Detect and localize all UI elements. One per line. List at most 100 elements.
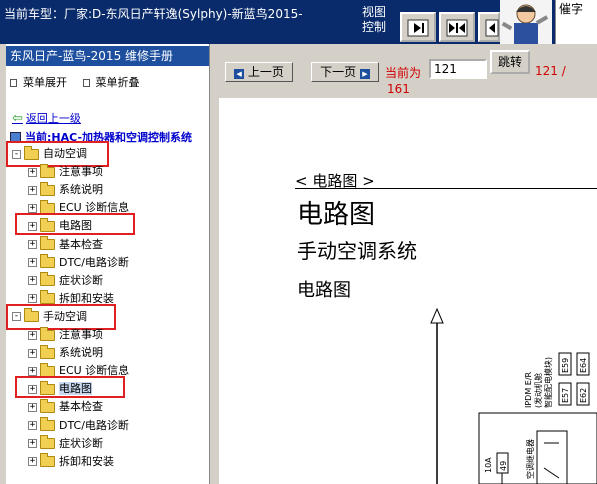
tree-item[interactable]: + 症状诊断 <box>28 272 103 290</box>
next-arrow-icon: ▶ <box>359 69 370 79</box>
tree-item-label[interactable]: 基本检查 <box>59 400 103 413</box>
tree-item[interactable]: + 注意事项 <box>28 163 103 181</box>
connector-e59: E59 <box>561 358 570 373</box>
tree-item[interactable]: + 系统说明 <box>28 181 103 199</box>
ipdm-label: IPDM E/R <box>524 371 533 408</box>
tree-item-label[interactable]: 拆卸和安装 <box>59 455 114 468</box>
page-count: 121 / <box>535 64 566 78</box>
folder-icon <box>40 453 55 468</box>
tree-item[interactable]: + 基本检查 <box>28 236 103 254</box>
menu-expand-button[interactable]: 菜单展开 <box>10 76 67 89</box>
tree-item-label[interactable]: 症状诊断 <box>59 437 103 450</box>
folder-icon <box>40 181 55 196</box>
back-link[interactable]: ⇦ 返回上一级 <box>12 110 81 126</box>
tree-item-label[interactable]: 基本检查 <box>59 238 103 251</box>
tree-item-label[interactable]: 注意事项 <box>59 328 103 341</box>
split-arrows-icon <box>446 19 468 37</box>
folder-icon <box>40 344 55 359</box>
view-control-label: 视图控制 <box>362 5 387 34</box>
jump-button[interactable]: 跳转 <box>490 50 530 74</box>
connector-e64: E64 <box>579 358 588 373</box>
prev-page-button[interactable]: ◀ 上一页 <box>225 62 293 82</box>
expand-icon[interactable]: + <box>28 276 37 286</box>
expand-icon[interactable]: + <box>28 330 37 340</box>
fuse-number: 49 <box>499 461 508 471</box>
tree-item-label[interactable]: 症状诊断 <box>59 274 103 287</box>
folder-icon <box>40 163 55 178</box>
tree-item[interactable]: + DTC/电路诊断 <box>28 417 129 435</box>
document-title: 电路图 <box>297 200 376 230</box>
page-number-input[interactable] <box>429 59 487 79</box>
folder-icon <box>40 417 55 431</box>
tree-item[interactable]: + 基本检查 <box>28 398 103 416</box>
annotation-highlight-box <box>15 376 125 399</box>
expand-icon[interactable]: + <box>28 439 37 449</box>
current-page-label: 当前为 <box>385 66 422 80</box>
tree-item-label[interactable]: 系统说明 <box>59 346 103 359</box>
diagram-arrow <box>430 307 444 324</box>
collapse-left-button[interactable] <box>400 12 436 42</box>
expand-icon[interactable]: + <box>28 258 37 268</box>
folder-icon <box>40 326 55 341</box>
folder-icon <box>40 398 55 413</box>
relay-label: 空调继电器 <box>525 439 535 479</box>
tree-item-label[interactable]: 系统说明 <box>59 183 103 196</box>
tree-item[interactable]: + 拆卸和安装 <box>28 453 114 471</box>
expand-right-button[interactable] <box>478 12 500 42</box>
tree-item-label[interactable]: 拆卸和安装 <box>59 292 114 305</box>
page-toolbar: ◀ 上一页 下一页 ▶ 当前为 跳转 121 / 161 <box>219 44 597 98</box>
connector-e62: E62 <box>579 388 588 403</box>
folder-icon <box>40 199 55 214</box>
next-page-button[interactable]: 下一页 ▶ <box>311 62 379 82</box>
prev-arrow-icon: ◀ <box>234 69 245 79</box>
arrow-right-bar-icon <box>407 19 429 37</box>
folder-icon <box>40 290 55 305</box>
manual-title: 东风日产-蓝鸟-2015 维修手册 <box>6 46 209 66</box>
navigation-pane: 东风日产-蓝鸟-2015 维修手册 菜单展开 菜单折叠 ⇦ 返回上一级 当前:HA… <box>6 44 209 484</box>
car-model-label: 当前车型：厂家:D-东风日产轩逸(Sylphy)-新蓝鸟2015- <box>4 7 303 21</box>
folder-icon <box>40 435 55 450</box>
tree-item-label[interactable]: 注意事项 <box>59 165 103 178</box>
tree-item[interactable]: + DTC/电路诊断 <box>28 254 129 272</box>
annotation-highlight-box <box>15 213 135 236</box>
expand-icon[interactable]: + <box>28 421 37 430</box>
document-subtitle: 手动空调系统 <box>297 239 417 263</box>
back-arrow-icon: ⇦ <box>12 111 23 126</box>
ipdm-sub2: 智能配电模块) <box>543 357 553 408</box>
mechanic-mascot-icon <box>500 0 552 44</box>
tree-item-label[interactable]: DTC/电路诊断 <box>59 256 129 269</box>
expand-icon[interactable]: + <box>28 167 37 177</box>
connector-e57: E57 <box>561 388 570 403</box>
tree-item[interactable]: + 系统说明 <box>28 344 103 362</box>
wiring-diagram: IPDM E/R (发动机舱 智能配电模块) E59 E64 E57 E62 1… <box>430 307 597 484</box>
menu-toggle-row: 菜单展开 菜单折叠 <box>10 74 152 90</box>
tree-item-label[interactable]: ECU 诊断信息 <box>59 364 129 377</box>
tree-item-label[interactable]: DTC/电路诊断 <box>59 419 129 432</box>
arrow-left-icon <box>485 19 499 37</box>
document-view: < 电路图 > 电路图 手动空调系统 电路图 IPDM E/R (发动机舱 智能… <box>219 98 597 484</box>
folder-icon <box>40 254 55 269</box>
expand-icon[interactable]: + <box>28 348 37 358</box>
pane-splitter[interactable] <box>209 44 219 484</box>
expand-icon[interactable]: + <box>28 366 37 376</box>
tree-item[interactable]: + 注意事项 <box>28 326 103 344</box>
menu-collapse-button[interactable]: 菜单折叠 <box>82 76 140 89</box>
fuse-rating: 10A <box>484 457 493 473</box>
expand-icon[interactable]: + <box>28 203 37 213</box>
top-banner: 当前车型：厂家:D-东风日产轩逸(Sylphy)-新蓝鸟2015- 视图控制 催… <box>0 0 597 44</box>
document-heading: 电路图 <box>297 280 351 301</box>
page-total: 161 <box>387 82 410 96</box>
expand-icon[interactable]: + <box>28 185 37 195</box>
expand-icon[interactable]: + <box>28 240 37 249</box>
section-divider <box>295 188 597 189</box>
split-view-button[interactable] <box>439 12 475 42</box>
expand-icon[interactable]: + <box>28 402 37 412</box>
folder-icon <box>40 236 55 250</box>
help-label[interactable]: 催字 <box>555 0 597 44</box>
expand-icon[interactable]: + <box>28 457 37 467</box>
tree-item[interactable]: + 症状诊断 <box>28 435 103 453</box>
ipdm-sub1: (发动机舱 <box>533 373 543 408</box>
expand-icon[interactable]: + <box>28 294 37 304</box>
collapse-all-icon <box>82 79 90 87</box>
tree-item-label[interactable]: ECU 诊断信息 <box>59 201 129 214</box>
